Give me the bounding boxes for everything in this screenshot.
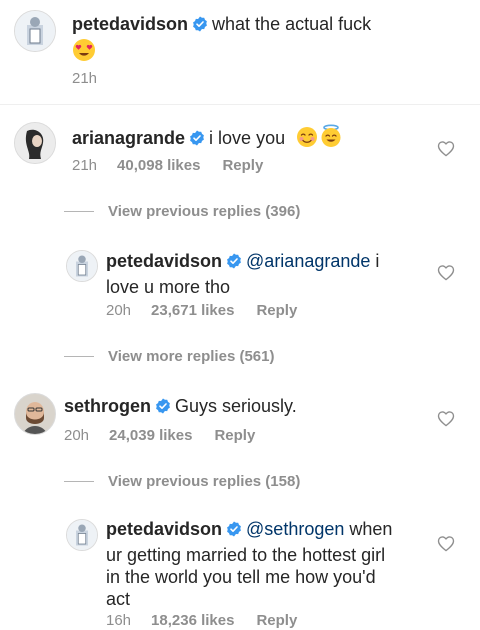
reply-timestamp: 16h xyxy=(106,612,132,629)
reply-text: i xyxy=(370,251,380,271)
avatar-image xyxy=(15,394,55,434)
heart-eyes-emoji-icon xyxy=(72,38,96,67)
avatar-arianagrande[interactable] xyxy=(14,122,56,164)
reply-meta: 16h 18,236 likes Reply xyxy=(106,612,297,629)
avatar-petedavidson[interactable] xyxy=(14,10,56,52)
like-heart-icon[interactable] xyxy=(437,140,455,162)
view-previous-replies-label: View previous replies (158) xyxy=(108,473,301,490)
verified-badge-icon xyxy=(226,253,242,276)
verified-badge-icon xyxy=(192,16,208,37)
comment-timestamp: 21h xyxy=(72,157,98,174)
reply-likes[interactable]: 23,671 likes xyxy=(151,302,234,319)
reply-button[interactable]: Reply xyxy=(256,302,297,319)
divider-line xyxy=(64,481,94,482)
comment-meta: 21h 40,098 likes Reply xyxy=(72,157,263,174)
comment-likes[interactable]: 24,039 likes xyxy=(109,427,192,444)
post-username[interactable]: petedavidson xyxy=(72,14,188,34)
reply-text-block: petedavidson @arianagrande i love u more … xyxy=(106,250,406,298)
verified-badge-icon xyxy=(226,521,242,544)
comment-meta: 20h 24,039 likes Reply xyxy=(64,427,255,444)
reply-button[interactable]: Reply xyxy=(214,427,255,444)
avatar-image xyxy=(15,123,55,163)
comment-line: sethrogen Guys seriously. xyxy=(64,396,297,419)
comment-text: i love you xyxy=(209,128,286,148)
view-previous-replies-button[interactable]: View previous replies (396) xyxy=(64,203,300,220)
divider-line xyxy=(64,356,94,357)
comment-username[interactable]: arianagrande xyxy=(72,128,185,148)
mention-link[interactable]: @sethrogen xyxy=(246,519,344,539)
reply-text: when xyxy=(344,519,393,539)
avatar-image xyxy=(67,520,97,550)
divider xyxy=(0,104,480,105)
like-heart-icon[interactable] xyxy=(437,535,455,557)
post-timestamp: 21h xyxy=(72,70,98,87)
comment-timestamp: 20h xyxy=(64,427,90,444)
post-caption: what the actual fuck xyxy=(212,14,372,34)
avatar-image xyxy=(15,11,55,51)
verified-badge-icon xyxy=(189,130,205,151)
reply-text: act xyxy=(106,589,131,609)
like-heart-icon[interactable] xyxy=(437,264,455,286)
divider-line xyxy=(64,211,94,212)
view-previous-replies-label: View previous replies (396) xyxy=(108,203,301,220)
reply-likes[interactable]: 18,236 likes xyxy=(151,612,234,629)
view-more-replies-button[interactable]: View more replies (561) xyxy=(64,348,274,365)
reply-username[interactable]: petedavidson xyxy=(106,519,222,539)
reply-button[interactable]: Reply xyxy=(222,157,263,174)
reply-text: love u more tho xyxy=(106,277,231,297)
reply-username[interactable]: petedavidson xyxy=(106,251,222,271)
halo-smile-emoji-icon xyxy=(320,124,342,153)
comment-likes[interactable]: 40,098 likes xyxy=(117,157,200,174)
like-heart-icon[interactable] xyxy=(437,410,455,432)
avatar-image xyxy=(67,251,97,281)
avatar-petedavidson[interactable] xyxy=(66,250,98,282)
view-more-replies-label: View more replies (561) xyxy=(108,348,275,365)
reply-text: in the world you tell me how you'd xyxy=(106,567,376,587)
reply-text: ur getting married to the hottest girl xyxy=(106,545,386,565)
reply-timestamp: 20h xyxy=(106,302,132,319)
view-previous-replies-button[interactable]: View previous replies (158) xyxy=(64,473,300,490)
avatar-sethrogen[interactable] xyxy=(14,393,56,435)
mention-link[interactable]: @arianagrande xyxy=(246,251,370,271)
reply-meta: 20h 23,671 likes Reply xyxy=(106,302,297,319)
avatar-petedavidson[interactable] xyxy=(66,519,98,551)
post-caption-line: petedavidson what the actual fuck xyxy=(72,14,371,37)
verified-badge-icon xyxy=(155,398,171,419)
reply-text-block: petedavidson @sethrogen when ur getting m… xyxy=(106,518,426,610)
comment-text: Guys seriously. xyxy=(175,396,297,416)
comment-line: arianagrande i love you xyxy=(72,124,342,153)
smiling-face-emoji-icon xyxy=(296,126,318,153)
reply-button[interactable]: Reply xyxy=(256,612,297,629)
comment-username[interactable]: sethrogen xyxy=(64,396,151,416)
